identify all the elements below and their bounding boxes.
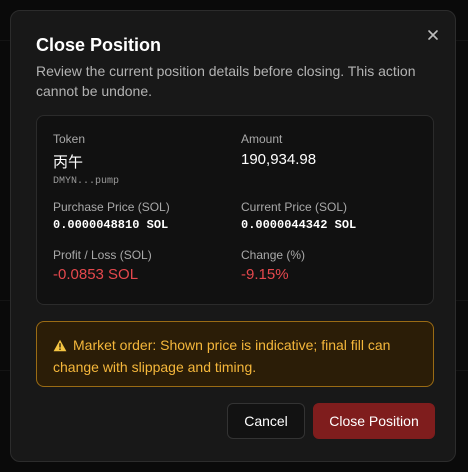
purchase-price-label: Purchase Price (SOL) (53, 200, 170, 214)
change-field: Change (%) -9.15% (241, 248, 305, 283)
token-field: Token 丙午 DMYN...pump (53, 132, 119, 187)
current-price-label: Current Price (SOL) (241, 200, 348, 214)
purchase-price-value: 0.0000048810 SOL (53, 218, 169, 232)
dialog-title: Close Position (36, 35, 162, 55)
change-value: -9.15% (241, 266, 289, 283)
amount-label: Amount (241, 132, 283, 146)
token-name: 丙午 (53, 154, 84, 171)
close-icon[interactable] (425, 27, 441, 43)
warning-message: Market order: Shown price is indicative;… (53, 335, 423, 377)
warning-text: Market order: Shown price is indicative;… (53, 337, 391, 375)
current-price-field: Current Price (SOL) 0.0000044342 SOL (241, 200, 356, 232)
close-position-dialog: Close Position Review the current positi… (10, 10, 456, 462)
amount-value: 190,934.98 (241, 151, 317, 168)
token-label: Token (53, 132, 86, 146)
position-details-card: Token 丙午 DMYN...pump Amount 190,934.98 P… (36, 115, 434, 305)
change-label: Change (%) (241, 248, 306, 262)
pnl-field: Profit / Loss (SOL) -0.0853 SOL (53, 248, 152, 283)
warning-icon (53, 337, 67, 357)
token-address: DMYN...pump (53, 176, 120, 187)
close-position-button[interactable]: Close Position (313, 403, 435, 439)
market-order-warning: Market order: Shown price is indicative;… (36, 321, 434, 387)
pnl-label: Profit / Loss (SOL) (53, 248, 152, 262)
purchase-price-field: Purchase Price (SOL) 0.0000048810 SOL (53, 200, 170, 232)
dialog-description: Review the current position details befo… (36, 63, 416, 99)
cancel-button[interactable]: Cancel (227, 403, 305, 439)
current-price-value: 0.0000044342 SOL (241, 218, 357, 232)
pnl-value: -0.0853 SOL (53, 266, 139, 283)
amount-field: Amount 190,934.98 (241, 132, 316, 168)
